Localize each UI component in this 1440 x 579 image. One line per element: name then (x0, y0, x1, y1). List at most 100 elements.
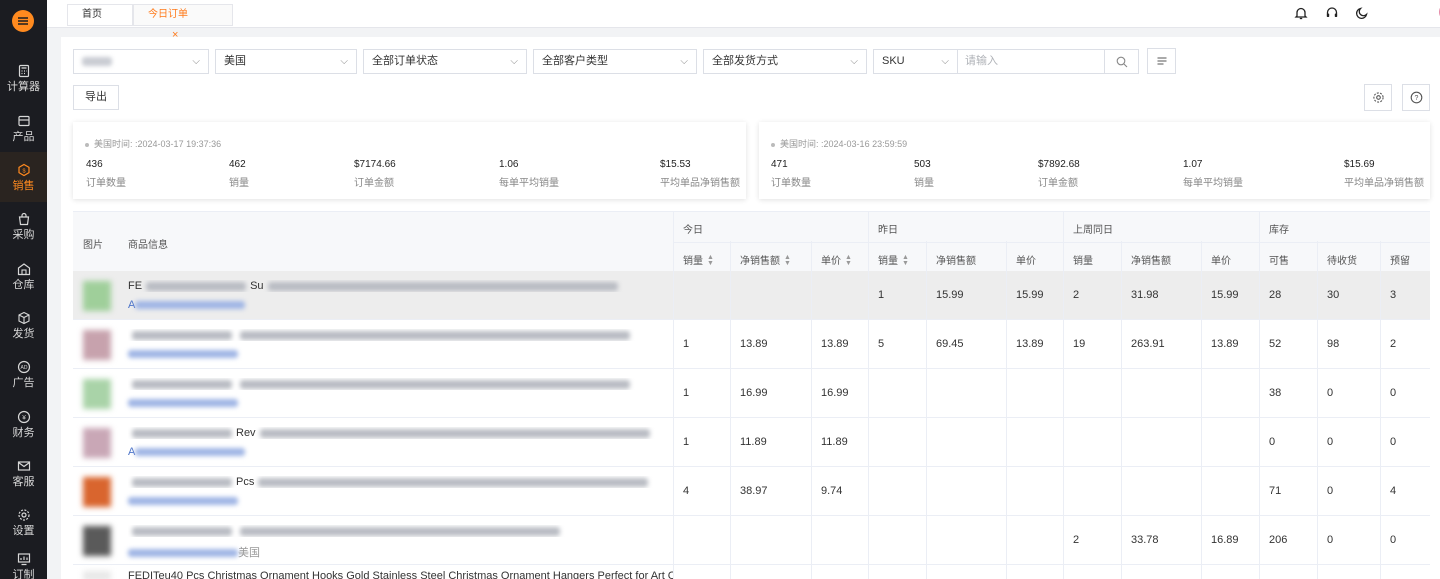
cell-avail: 0 (1269, 436, 1276, 448)
cell-y-price (1006, 516, 1016, 565)
cell-y-net (926, 467, 936, 516)
sidebar-item-sales[interactable]: $ 销售 (0, 152, 47, 202)
headset-icon[interactable] (1325, 6, 1339, 20)
sidebar-item-ad[interactable]: AD 广告 (0, 349, 47, 399)
summary-time: 美国时间: :2024-03-16 23:59:59 (771, 137, 907, 150)
chevron-down-icon: ⌵ (850, 56, 858, 67)
product-name[interactable]: FE Su (128, 280, 673, 292)
search-icon (1116, 56, 1127, 67)
cell-res: 0 (1390, 534, 1397, 546)
sidebar-item-warehouse[interactable]: 仓库 (0, 251, 47, 301)
product-name[interactable] (128, 378, 673, 390)
product-sku[interactable] (128, 397, 428, 409)
cell-t-qty (673, 271, 683, 320)
table-row[interactable]: FE Su A 1 15.99 15.99 2 31.98 15.99 28 30 3 (73, 271, 1430, 320)
table-row[interactable]: 美国 2 33.78 16.89 206 0 0 (73, 516, 1430, 565)
header-yesterday-qty[interactable]: 销量 ▲ ▼ (878, 252, 909, 267)
sidebar-item-product[interactable]: 产品 (0, 103, 47, 153)
header-today-qty[interactable]: 销量 ▲ ▼ (683, 252, 714, 267)
sidebar-item-purchase[interactable]: 采购 (0, 201, 47, 251)
export-button[interactable]: 导出 (73, 85, 119, 110)
metric-avg-net: $15.53 平均单品净销售额 (660, 159, 740, 189)
sku-type-select[interactable]: SKU ⌵ (873, 49, 958, 74)
sidebar-item-label: 计算器 (7, 80, 40, 93)
table-row[interactable]: FEDITeu40 Pcs Christmas Ornament Hooks G… (73, 565, 1430, 579)
table-row[interactable]: 1 13.89 13.89 5 69.45 13.89 19 263.91 13.89 52 98 2 (73, 320, 1430, 369)
service-icon (17, 459, 31, 473)
ad-icon: AD (17, 360, 31, 374)
cell-t-price (811, 516, 821, 565)
metric-orders: 436 订单数量 (86, 159, 126, 189)
sort-button[interactable] (1147, 48, 1176, 74)
cell-pend: 30 (1327, 289, 1340, 301)
product-name[interactable] (128, 329, 673, 341)
tab-home[interactable]: 首页 (67, 4, 133, 26)
sort-icon: ▲ ▼ (845, 254, 852, 268)
table-row[interactable]: Pcs 4 38.97 9.74 71 0 4 (73, 467, 1430, 516)
cell-w-price (1201, 467, 1211, 516)
sidebar-item-finance[interactable]: ¥ 财务 (0, 399, 47, 449)
product-thumbnail (83, 571, 111, 579)
sort-icon: ▲ ▼ (784, 254, 791, 268)
product-sku[interactable] (128, 495, 428, 507)
chevron-down-icon: ⌵ (941, 56, 949, 67)
table-row[interactable]: Rev A 1 11.89 11.89 0 0 0 (73, 418, 1430, 467)
cell-t-net: 16.99 (740, 387, 768, 399)
cell-y-qty: 5 (878, 338, 885, 350)
product-sku[interactable] (128, 348, 428, 360)
bell-icon[interactable] (1294, 6, 1308, 20)
cell-w-price (1201, 418, 1211, 467)
metric-avg-net: $15.69 平均单品净销售额 (1344, 159, 1424, 189)
logo-icon[interactable] (12, 10, 34, 32)
summary-card-today: 美国时间: :2024-03-17 19:37:36 436 订单数量 462 销量… (73, 122, 746, 199)
sidebar-item-service[interactable]: 客服 (0, 448, 47, 498)
cell-w-net: 31.98 (1131, 289, 1159, 301)
sidebar-item-settings[interactable]: 设置 (0, 497, 47, 547)
header-image: 图片 (83, 240, 103, 251)
cell-t-net (730, 516, 740, 565)
search-input[interactable]: 请输入 (957, 49, 1105, 74)
cell-t-price (811, 271, 821, 320)
header-today-price[interactable]: 单价 ▲ ▼ (821, 252, 852, 267)
sidebar-item-custom[interactable]: 订制 (0, 546, 47, 579)
chevron-down-icon: ⌵ (510, 56, 518, 67)
sidebar-item-shipping[interactable]: 发货 (0, 300, 47, 350)
cell-y-price (1006, 418, 1016, 467)
customer-type-select[interactable]: 全部客户类型 ⌵ (533, 49, 697, 74)
store-select[interactable]: ⌵ (73, 49, 209, 74)
header-today-net[interactable]: 净销售额 ▲ ▼ (740, 252, 791, 267)
table-row[interactable]: 1 16.99 16.99 38 0 0 (73, 369, 1430, 418)
tab-today-orders[interactable]: 今日订单× (133, 4, 233, 41)
product-name[interactable]: Rev (128, 427, 673, 439)
product-name[interactable] (128, 525, 673, 537)
search-button[interactable] (1104, 49, 1139, 74)
product-name[interactable]: Pcs (128, 476, 673, 488)
product-sku[interactable]: A (128, 446, 428, 458)
product-sku[interactable]: A (128, 299, 428, 311)
cell-y-qty (868, 467, 878, 516)
ship-method-select[interactable]: 全部发货方式 ⌵ (703, 49, 867, 74)
svg-text:¥: ¥ (22, 414, 26, 421)
cell-avail: 71 (1269, 485, 1282, 497)
order-status-select[interactable]: 全部订单状态 ⌵ (363, 49, 527, 74)
cell-t-qty: 1 (683, 338, 690, 350)
cell-w-net: 33.78 (1131, 534, 1159, 546)
cell-y-net (926, 418, 936, 467)
moon-icon[interactable] (1355, 6, 1369, 20)
warehouse-icon (17, 262, 31, 276)
sidebar-item-calculator[interactable]: 计算器 (0, 53, 47, 103)
sales-icon: $ (17, 163, 31, 177)
cell-y-qty (868, 516, 878, 565)
cell-w-qty (1063, 369, 1073, 418)
cell-avail: 38 (1269, 387, 1282, 399)
sidebar-item-label: 设置 (12, 524, 35, 537)
help-button[interactable]: ? (1402, 84, 1430, 111)
product-sku[interactable]: 美国 (128, 544, 428, 559)
cell-t-net: 38.97 (740, 485, 768, 497)
summary-card-yesterday: 美国时间: :2024-03-16 23:59:59 471 订单数量 503 销量… (759, 122, 1430, 199)
country-select[interactable]: 美国 ⌵ (215, 49, 357, 74)
settings-button[interactable] (1364, 84, 1392, 111)
sku-type-value: SKU (882, 55, 905, 67)
cell-y-net: 69.45 (936, 338, 964, 350)
metric-amount: $7892.68 订单金额 (1038, 159, 1080, 189)
